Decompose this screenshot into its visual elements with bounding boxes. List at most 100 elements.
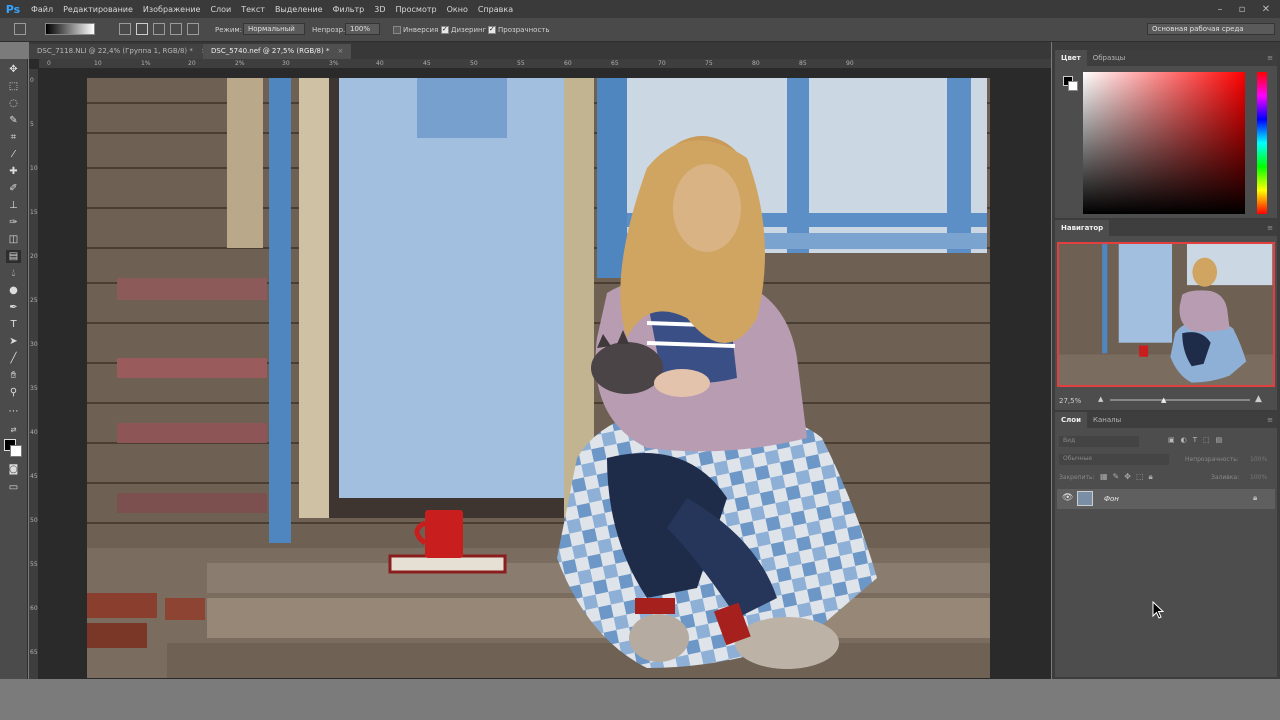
navigator-slider-thumb[interactable]: ▲ [1161,396,1166,404]
brush-tool-icon[interactable]: ✐ [6,182,21,195]
mode-select[interactable]: Нормальный [243,23,305,35]
ruler-h-label: 10 [94,60,102,67]
linear-gradient-icon[interactable] [119,23,131,35]
transparency-label: Прозрачность [498,26,550,34]
clone-stamp-icon[interactable]: ⊥ [6,199,21,212]
panel-menu-icon[interactable]: ≡ [1267,224,1273,232]
close-tab-icon[interactable]: × [337,47,343,55]
ruler-v-label: 45 [30,473,38,480]
menu-view[interactable]: Просмотр [391,5,442,14]
document-canvas-photo[interactable] [87,78,990,678]
menu-select[interactable]: Выделение [270,5,328,14]
zoom-in-icon[interactable]: ▲ [1255,394,1262,404]
navigator-zoom-value[interactable]: 27,5% [1059,397,1081,405]
tab-channels[interactable]: Каналы [1087,412,1127,428]
ruler-h-label: 60 [564,60,572,67]
tool-preset-icon[interactable] [14,23,26,35]
horizontal-ruler[interactable]: 0 10 1% 20 2% 30 3% 40 45 50 55 60 65 70 75 80 85 90 [39,59,1051,69]
lock-icons[interactable]: ▦✎✥⬚🔒︎ [1100,472,1158,482]
tab-navigator[interactable]: Навигатор [1055,220,1110,236]
menu-layers[interactable]: Слои [205,5,236,14]
hand-tool-icon[interactable]: ✋︎ [6,369,21,382]
line-tool-icon[interactable]: ╱ [6,352,21,365]
layer-filter-search[interactable]: Вид [1059,436,1139,447]
menu-edit[interactable]: Редактирование [58,5,138,14]
healing-brush-icon[interactable]: ✚ [6,165,21,178]
path-select-tool-icon[interactable]: ➤ [6,335,21,348]
layer-row[interactable]: 👁︎ Фон 🔒︎ [1057,489,1275,509]
layers-panel-header: Слои Каналы ≡ [1055,412,1277,428]
navigator-zoom-slider[interactable] [1110,399,1250,401]
diamond-gradient-icon[interactable] [187,23,199,35]
right-panel-dock: Цвет Образцы ≡ Навигатор ≡ 27,5% ▲ ▲ ▲ С… [1052,42,1280,679]
eyedropper-tool-icon[interactable]: ⁄ [6,148,21,161]
document-tab-bar: DSC_7118.NLI @ 22,4% (Группа 1, RGB/8) *… [29,42,1051,59]
swap-colors-icon[interactable]: ⇄ [6,423,21,436]
angle-gradient-icon[interactable] [153,23,165,35]
menu-3d[interactable]: 3D [369,5,390,14]
layer-filter-icons[interactable]: ▣◐T⬚▤ [1168,436,1228,444]
inverse-checkbox[interactable] [393,26,401,34]
fill-value[interactable]: 100% [1250,474,1267,481]
fill-label: Заливка: [1211,474,1240,481]
menu-image[interactable]: Изображение [138,5,206,14]
close-icon[interactable]: ✕ [1256,0,1276,18]
move-tool-icon[interactable]: ✥ [6,63,21,76]
canvas-workspace[interactable]: 0 10 1% 20 2% 30 3% 40 45 50 55 60 65 70 75 80 85 90 0 5 10… [29,59,1051,679]
workspace-select[interactable]: Основная рабочая среда [1147,23,1275,35]
crop-tool-icon[interactable]: ⌗ [6,131,21,144]
tab-document-1[interactable]: DSC_7118.NLI @ 22,4% (Группа 1, RGB/8) *… [29,44,215,59]
history-brush-icon[interactable]: ✑ [6,216,21,229]
menu-window[interactable]: Окно [442,5,473,14]
lasso-tool-icon[interactable]: ◌ [6,97,21,110]
ruler-v-label: 25 [30,297,38,304]
color-spectrum-field[interactable] [1083,72,1245,214]
navigator-thumbnail [1059,244,1273,385]
menu-filter[interactable]: Фильтр [328,5,370,14]
vertical-ruler[interactable]: 0 5 10 15 20 25 30 35 40 45 50 55 60 65 [29,69,39,679]
dodge-tool-icon[interactable]: ● [6,284,21,297]
opacity-field[interactable]: 100% [345,23,380,35]
zoom-tool-icon[interactable]: ⚲ [6,386,21,399]
ruler-h-label: 0 [47,60,51,67]
menu-bar: Ps Файл Редактирование Изображение Слои … [0,0,1280,18]
blur-tool-icon[interactable]: 💧︎ [6,267,21,280]
gradient-tool-icon[interactable]: ▤ [6,250,21,263]
tab-swatches[interactable]: Образцы [1087,50,1132,66]
layer-opacity-value[interactable]: 100% [1250,456,1267,463]
type-tool-icon[interactable]: T [6,318,21,331]
reflected-gradient-icon[interactable] [170,23,182,35]
panel-menu-icon[interactable]: ≡ [1267,54,1273,62]
ruler-v-label: 30 [30,341,38,348]
tab-layers[interactable]: Слои [1055,412,1087,428]
menu-type[interactable]: Текст [236,5,270,14]
quick-select-tool-icon[interactable]: ✎ [6,114,21,127]
ruler-h-label: 75 [705,60,713,67]
tab-document-2[interactable]: DSC_5740.nef @ 27,5% (RGB/8) * × [203,44,352,59]
menu-help[interactable]: Справка [473,5,518,14]
quick-mask-icon[interactable]: ◙ [6,463,21,476]
pen-tool-icon[interactable]: ✒ [6,301,21,314]
background-color-swatch[interactable] [1068,81,1078,91]
navigator-preview[interactable] [1057,242,1275,387]
radial-gradient-icon[interactable] [136,23,148,35]
zoom-out-icon[interactable]: ▲ [1098,395,1103,403]
mode-label: Режим: [215,26,243,34]
panel-menu-icon[interactable]: ≡ [1267,416,1273,424]
screen-mode-icon[interactable]: ▭ [6,481,21,494]
eraser-tool-icon[interactable]: ◫ [6,233,21,246]
hue-slider[interactable] [1257,72,1267,214]
menu-file[interactable]: Файл [26,5,58,14]
restore-icon[interactable]: ▫ [1232,0,1252,18]
transparency-checkbox[interactable] [488,25,496,34]
eye-visibility-icon[interactable]: 👁︎ [1062,493,1073,503]
minimize-icon[interactable]: – [1210,0,1230,18]
blend-mode-select[interactable]: Обычные [1059,454,1169,465]
dither-checkbox[interactable] [441,25,449,34]
background-color-swatch[interactable] [10,445,22,457]
more-tools-icon[interactable]: ⋯ [6,405,21,418]
marquee-tool-icon[interactable]: ⬚ [6,80,21,93]
tab-color[interactable]: Цвет [1055,50,1087,66]
layer-name[interactable]: Фон [1104,495,1119,503]
gradient-picker[interactable] [45,23,95,35]
